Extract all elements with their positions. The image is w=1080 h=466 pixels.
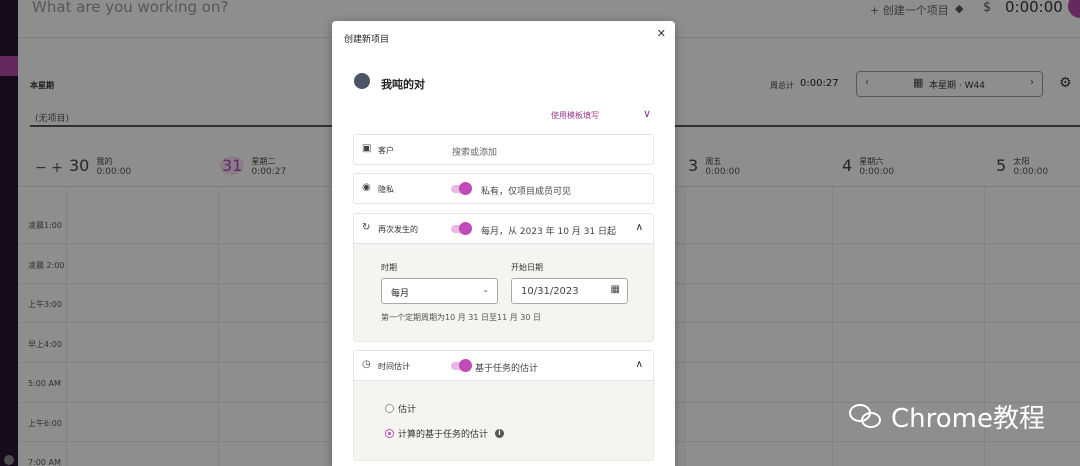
wechat-icon	[847, 401, 885, 433]
chevron-up-icon[interactable]: ∧	[636, 222, 643, 233]
eye-icon: ◉	[362, 182, 371, 193]
estimate-option-label: 估计	[398, 405, 417, 415]
estimate-panel: 估计 计算的基于任务的估计 i	[353, 381, 654, 461]
recurring-value: 每月，从 2023 年 10 月 31 日起	[481, 227, 616, 237]
estimate-label: 时间估计	[378, 362, 410, 371]
watermark-text: Chrome教程	[891, 404, 1045, 434]
privacy-value: 私有，仅项目成员可见	[481, 187, 572, 197]
task-estimate-radio[interactable]	[385, 429, 394, 438]
create-project-modal: 创建新项目 ✕ 我吨的对 使用模板填写 ∨ ▣ 客户 搜索或添加 ◉ 隐私 私有…	[332, 21, 675, 466]
recurring-field: ↻ 再次发生的 每月，从 2023 年 10 月 31 日起 ∧	[353, 213, 654, 244]
repeat-icon: ↻	[362, 222, 371, 233]
start-date-label: 开始日期	[511, 263, 543, 272]
project-name-input[interactable]: 我吨的对	[381, 76, 425, 92]
project-color-picker[interactable]	[354, 73, 370, 89]
recurring-panel: 时期 开始日期 每月 ⌄ 10/31/2023 ▦ 第一个定期周期为10 月 3…	[353, 244, 654, 342]
start-date-input[interactable]: 10/31/2023 ▦	[511, 278, 628, 304]
estimate-value: 基于任务的估计	[475, 364, 539, 374]
client-label: 客户	[378, 146, 394, 155]
estimate-toggle[interactable]	[451, 359, 472, 373]
use-template-link[interactable]: 使用模板填写	[551, 110, 599, 121]
estimate-radio[interactable]	[385, 404, 394, 413]
privacy-label: 隐私	[378, 185, 394, 194]
modal-title: 创建新项目	[344, 35, 390, 45]
close-icon[interactable]: ✕	[657, 27, 666, 40]
chevron-up-icon[interactable]: ∧	[636, 359, 643, 370]
privacy-field: ◉ 隐私 私有，仅项目成员可见	[353, 173, 654, 204]
recurring-note: 第一个定期周期为10 月 31 日至11 月 30 日	[381, 313, 541, 322]
chevron-down-icon[interactable]: ∨	[643, 107, 651, 120]
client-input[interactable]: 搜索或添加	[452, 145, 497, 158]
recurring-toggle[interactable]	[451, 222, 472, 236]
chevron-down-icon: ⌄	[482, 285, 489, 294]
contact-icon: ▣	[362, 143, 372, 154]
task-estimate-option-label: 计算的基于任务的估计	[398, 430, 489, 440]
period-select[interactable]: 每月 ⌄	[381, 278, 498, 304]
clock-icon: ◷	[362, 359, 371, 370]
client-field[interactable]: ▣ 客户 搜索或添加	[353, 134, 654, 165]
start-date-value: 10/31/2023	[521, 286, 579, 297]
period-value: 每月	[391, 289, 410, 299]
info-icon[interactable]: i	[495, 429, 504, 438]
calendar-icon[interactable]: ▦	[611, 284, 620, 295]
recurring-label: 再次发生的	[378, 225, 418, 234]
privacy-toggle[interactable]	[451, 182, 472, 196]
estimate-field: ◷ 时间估计 基于任务的估计 ∧	[353, 350, 654, 381]
period-label: 时期	[381, 263, 397, 272]
watermark: Chrome教程	[847, 398, 1045, 435]
